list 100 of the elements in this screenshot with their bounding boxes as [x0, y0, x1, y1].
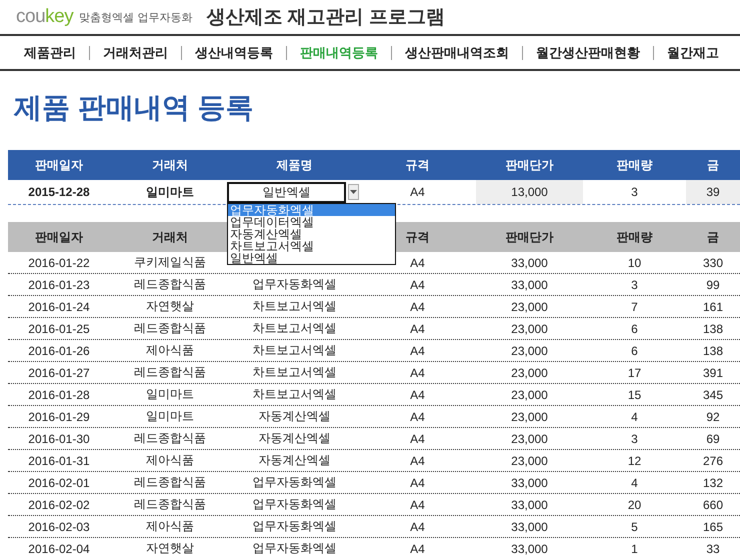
column-header: 규격 — [404, 156, 430, 174]
table-cell: 자동계산엑셀 — [258, 408, 330, 425]
table-cell: 레드종합식품 — [134, 320, 206, 337]
dropdown-option[interactable]: 차트보고서엑셀 — [228, 240, 395, 252]
table-cell: 2016-01-24 — [28, 300, 90, 314]
dropdown-list[interactable]: 업무자동화엑셀 업무데이터엑셀 자동계산엑셀 차트보고서엑셀 일반엑셀 — [227, 203, 396, 265]
table-cell: 자연햇살 — [146, 540, 194, 555]
table-cell: 2016-02-04 — [28, 542, 90, 555]
table-cell: 23,000 — [511, 432, 548, 446]
table-cell: 자동계산엑셀 — [258, 452, 330, 469]
table-cell: 33,000 — [511, 278, 548, 292]
logo: coukey — [16, 6, 74, 28]
column-header: 판매일자 — [34, 228, 84, 246]
column-header: 제품명 — [276, 156, 314, 174]
dropdown-option[interactable]: 업무자동화엑셀 — [228, 204, 395, 216]
dropdown-option[interactable]: 업무데이터엑셀 — [228, 216, 395, 228]
table-cell: 레드종합식품 — [134, 276, 206, 293]
nav-tab[interactable]: 생산내역등록 — [195, 44, 273, 62]
table-cell: 391 — [702, 366, 724, 380]
quantity-cell-text: 3 — [630, 184, 639, 201]
table-cell: 3 — [631, 432, 638, 446]
table-cell: 제아식품 — [146, 518, 194, 535]
table-cell: 69 — [706, 432, 720, 446]
table-cell: 2016-01-30 — [28, 432, 90, 446]
table-cell: 138 — [702, 344, 724, 358]
table-cell: 23,000 — [511, 300, 548, 314]
table-cell: 쿠키제일식품 — [134, 254, 206, 271]
column-header: 규격 — [404, 228, 430, 246]
table-cell: A4 — [410, 432, 425, 446]
table-cell: 차트보고서엑셀 — [252, 386, 336, 403]
table-cell: 2016-01-26 — [28, 344, 90, 358]
table-cell: 132 — [702, 476, 724, 490]
table-cell: 23,000 — [511, 454, 548, 468]
table-cell: 33,000 — [511, 498, 548, 512]
table-cell: 레드종합식품 — [134, 496, 206, 513]
table-cell: 업무자동화엑셀 — [252, 474, 336, 491]
table-cell: 33,000 — [511, 542, 548, 555]
column-header: 판매량 — [616, 228, 654, 246]
table-cell: 161 — [702, 300, 724, 314]
table-cell: 23,000 — [511, 410, 548, 424]
table-cell: A4 — [410, 542, 425, 555]
table-cell: A4 — [410, 410, 425, 424]
nav-tab[interactable]: 거래처관리 — [103, 44, 168, 62]
table-cell: 차트보고서엑셀 — [252, 364, 336, 381]
table-cell: 23,000 — [511, 366, 548, 380]
table-cell: 92 — [706, 410, 720, 424]
table-cell: 33,000 — [511, 520, 548, 534]
table-cell: 99 — [706, 278, 720, 292]
table-cell: 1 — [631, 542, 638, 555]
table-cell: 레드종합식품 — [134, 364, 206, 381]
table-cell: 2016-02-03 — [28, 520, 90, 534]
table-cell: 5 — [631, 520, 638, 534]
table-cell: 23,000 — [511, 388, 548, 402]
table-cell: A4 — [410, 454, 425, 468]
table-cell: 2016-01-31 — [28, 454, 90, 468]
dropdown-option[interactable]: 일반엑셀 — [228, 252, 395, 264]
dropdown-option[interactable]: 자동계산엑셀 — [228, 228, 395, 240]
date-cell-text: 2015-12-28 — [27, 184, 91, 201]
table-cell: 3 — [631, 278, 638, 292]
table-cell: 276 — [702, 454, 724, 468]
table-cell: 제아식품 — [146, 342, 194, 359]
table-cell: A4 — [410, 278, 425, 292]
table-cell: 자동계산엑셀 — [258, 430, 330, 447]
nav-tab[interactable]: 제품관리 — [24, 44, 76, 62]
column-header: 금 — [706, 156, 720, 174]
table-cell: 2016-01-29 — [28, 410, 90, 424]
table-cell: A4 — [410, 344, 425, 358]
table-cell: 2016-02-01 — [28, 476, 90, 490]
table-cell: 제아식품 — [146, 452, 194, 469]
table-cell: 2016-01-27 — [28, 366, 90, 380]
product-dropdown[interactable]: 일반엑셀 — [227, 182, 346, 202]
table-cell: 차트보고서엑셀 — [252, 298, 336, 315]
nav-tab[interactable]: 월간생산판매현황 — [536, 44, 640, 62]
table-cell: 10 — [628, 256, 642, 270]
page-title: 제품 판매내역 등록 — [12, 91, 255, 125]
table-cell: 15 — [628, 388, 642, 402]
table-cell: 일미마트 — [146, 408, 194, 425]
column-header: 판매단가 — [504, 228, 554, 246]
table-cell: A4 — [410, 256, 425, 270]
table-cell: 업무자동화엑셀 — [252, 540, 336, 555]
table-cell: 12 — [628, 454, 642, 468]
table-cell: A4 — [410, 476, 425, 490]
column-header: 금 — [706, 228, 720, 246]
table-cell: 33,000 — [511, 256, 548, 270]
price-cell: 13,000 — [476, 180, 583, 204]
column-header: 거래처 — [151, 228, 189, 246]
table-cell: A4 — [410, 388, 425, 402]
table-cell: A4 — [410, 322, 425, 336]
nav-tab[interactable]: 생산판매내역조회 — [405, 44, 509, 62]
table-cell: 업무자동화엑셀 — [252, 496, 336, 513]
nav-tab[interactable]: 월간재고 — [667, 44, 719, 62]
table-cell: 20 — [628, 498, 642, 512]
table-cell: 업무자동화엑셀 — [252, 276, 336, 293]
amount-cell: 39 — [686, 180, 740, 204]
app-title: 생산제조 재고관리 프로그램 — [206, 6, 445, 30]
column-header: 판매일자 — [34, 156, 84, 174]
table-cell: 레드종합식품 — [134, 474, 206, 491]
table-cell: 138 — [702, 322, 724, 336]
table-cell: 4 — [631, 410, 638, 424]
column-header: 판매단가 — [504, 156, 554, 174]
